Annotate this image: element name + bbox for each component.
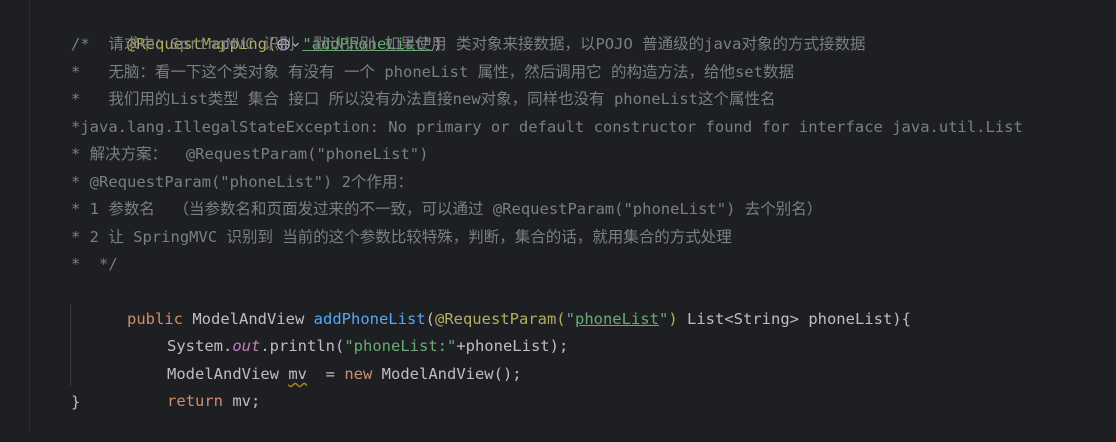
code-line-request-mapping[interactable]: @RequestMapping("addPhoneList") bbox=[71, 4, 442, 53]
code-editor[interactable]: @RequestMapping("addPhoneList") /* 请求中：S… bbox=[0, 0, 1116, 431]
param-annotation-close: ) bbox=[668, 310, 678, 328]
param-name-string: phoneList bbox=[574, 310, 659, 328]
comment-line: * 无脑：看一下这个类对象 有没有 一个 phoneList 属性，然后调用它 … bbox=[71, 63, 794, 81]
var-mv-warning: mv bbox=[288, 365, 307, 383]
assign-op: = bbox=[307, 365, 345, 383]
return-value: mv; bbox=[223, 392, 261, 410]
constructor-call: ModelAndView(); bbox=[372, 365, 522, 383]
comment-line: * 解决方案： @RequestParam("phoneList") bbox=[71, 145, 429, 163]
keyword-return: return bbox=[167, 392, 223, 410]
code-line-return[interactable]: return mv; bbox=[111, 361, 260, 410]
code-line-method-signature[interactable]: public ModelAndView addPhoneList(@Reques… bbox=[71, 279, 911, 328]
comment-line: * @RequestParam("phoneList") 2个作用： bbox=[71, 173, 413, 191]
comment-line: /* 请求中：SpringMVC 识别 默认识别 如果使用 类对象来接数据，以P… bbox=[71, 35, 866, 53]
code-line-new-modelandview[interactable]: ModelAndView mv = new ModelAndView(); bbox=[111, 334, 522, 383]
comment-line: * 我们用的List类型 集合 接口 所以没有办法直接new对象，同样也没有 p… bbox=[71, 90, 776, 108]
gutter-divider bbox=[29, 0, 30, 431]
comment-line: *java.lang.IllegalStateException: No pri… bbox=[71, 118, 1023, 136]
comment-line: * 1 参数名 （当参数名和页面发过来的不一致，可以通过 @RequestPar… bbox=[71, 200, 823, 218]
comment-line: * 2 让 SpringMVC 识别到 当前的这个参数比较特殊，判断，集合的话，… bbox=[71, 228, 732, 246]
quote-close: " bbox=[658, 310, 669, 328]
closing-brace: } bbox=[71, 393, 81, 411]
code-line-println[interactable]: System.out.println("phoneList:"+phoneLis… bbox=[111, 306, 568, 355]
comment-line: * */ bbox=[71, 255, 118, 273]
param-declaration: List<String> phoneList){ bbox=[677, 310, 911, 328]
keyword-new: new bbox=[344, 365, 373, 383]
